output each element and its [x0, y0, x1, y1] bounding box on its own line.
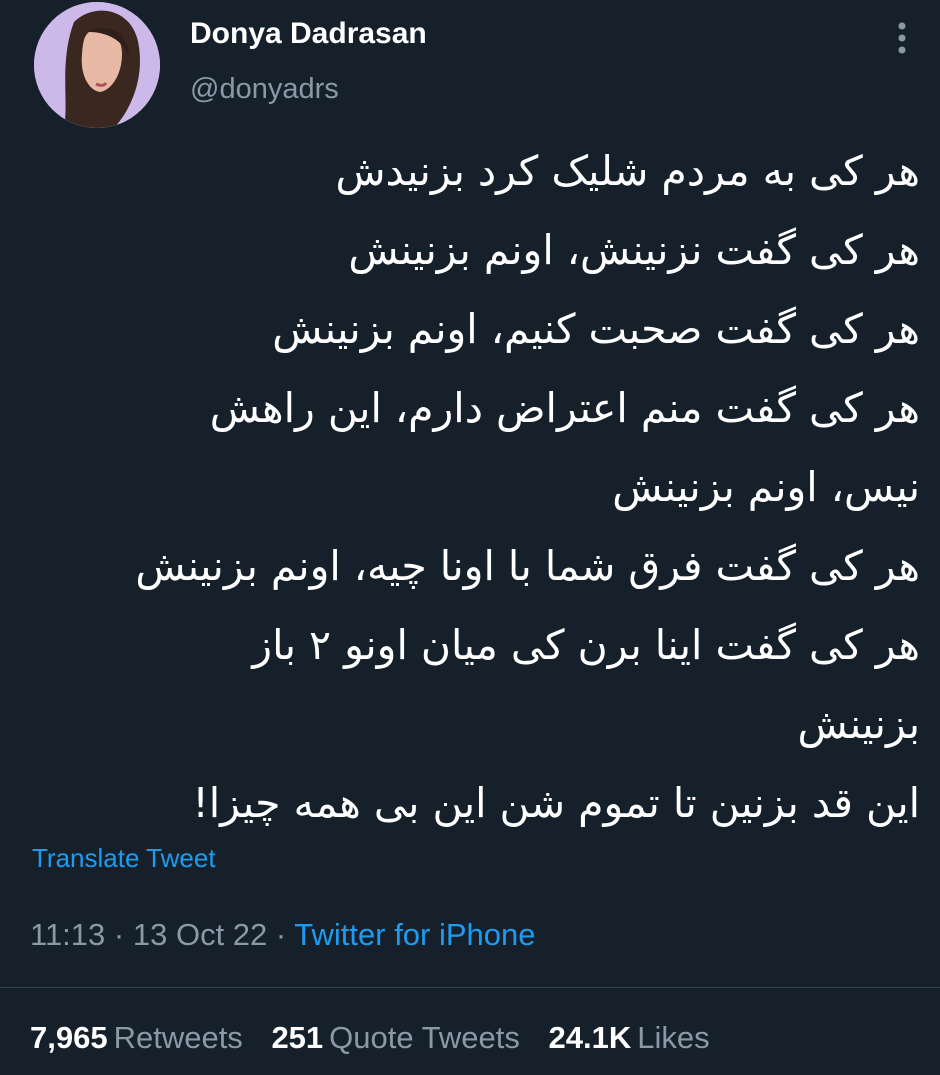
tweet-card: Donya Dadrasan @donyadrs هر کی به مردم ش… [0, 0, 940, 1075]
tweet-text-line: هر کی گفت فرق شما با اونا چیه، اونم بزنی… [135, 542, 920, 590]
tweet-text-line: هر کی گفت منم اعتراض دارم، این راهش [209, 384, 920, 432]
meta-separator: · [275, 917, 287, 952]
user-handle[interactable]: @donyadrs [190, 72, 339, 106]
more-vertical-icon [898, 22, 906, 54]
avatar[interactable] [34, 2, 160, 128]
tweet-meta: 11:13 · 13 Oct 22 · Twitter for iPhone [30, 916, 536, 954]
tweet-time[interactable]: 11:13 [30, 917, 105, 952]
tweet-text-line: هر کی گفت اینا برن کی میان اونو ۲ باز [252, 621, 920, 669]
quote-tweets-stat[interactable]: 251 Quote Tweets [271, 1020, 519, 1055]
retweets-count: 7,965 [30, 1020, 108, 1055]
tweet-text-line: هر کی به مردم شلیک کرد بزنیدش [335, 147, 920, 195]
tweet-date[interactable]: 13 Oct 22 [133, 917, 267, 952]
tweet-source-link[interactable]: Twitter for iPhone [294, 917, 535, 952]
more-options-button[interactable] [882, 14, 922, 58]
tweet-text-line: این قد بزنین تا تموم شن این بی همه چیزا! [192, 779, 920, 827]
likes-label: Likes [637, 1020, 710, 1055]
quote-tweets-count: 251 [271, 1020, 324, 1055]
divider [0, 987, 940, 988]
avatar-image [34, 2, 160, 128]
tweet-text-line: هر کی گفت صحبت کنیم، اونم بزنینش [272, 305, 920, 353]
tweet-text-line: نیس، اونم بزنینش [612, 463, 920, 511]
translate-tweet-link[interactable]: Translate Tweet [32, 842, 216, 874]
meta-separator: · [113, 917, 125, 952]
tweet-text-line: هر کی گفت نزنینش، اونم بزنینش [348, 226, 920, 274]
quote-tweets-label: Quote Tweets [329, 1020, 520, 1055]
retweets-stat[interactable]: 7,965 Retweets [30, 1020, 243, 1055]
tweet-text: هر کی به مردم شلیک کرد بزنیدش هر کی گفت … [24, 132, 920, 843]
retweets-label: Retweets [113, 1020, 243, 1055]
tweet-text-line: بزنینش [797, 700, 920, 748]
likes-count: 24.1K [548, 1020, 632, 1055]
tweet-stats: 7,965 Retweets 251 Quote Tweets 24.1K Likes [30, 1018, 730, 1058]
likes-stat[interactable]: 24.1K Likes [549, 1020, 710, 1055]
display-name[interactable]: Donya Dadrasan [190, 16, 427, 52]
